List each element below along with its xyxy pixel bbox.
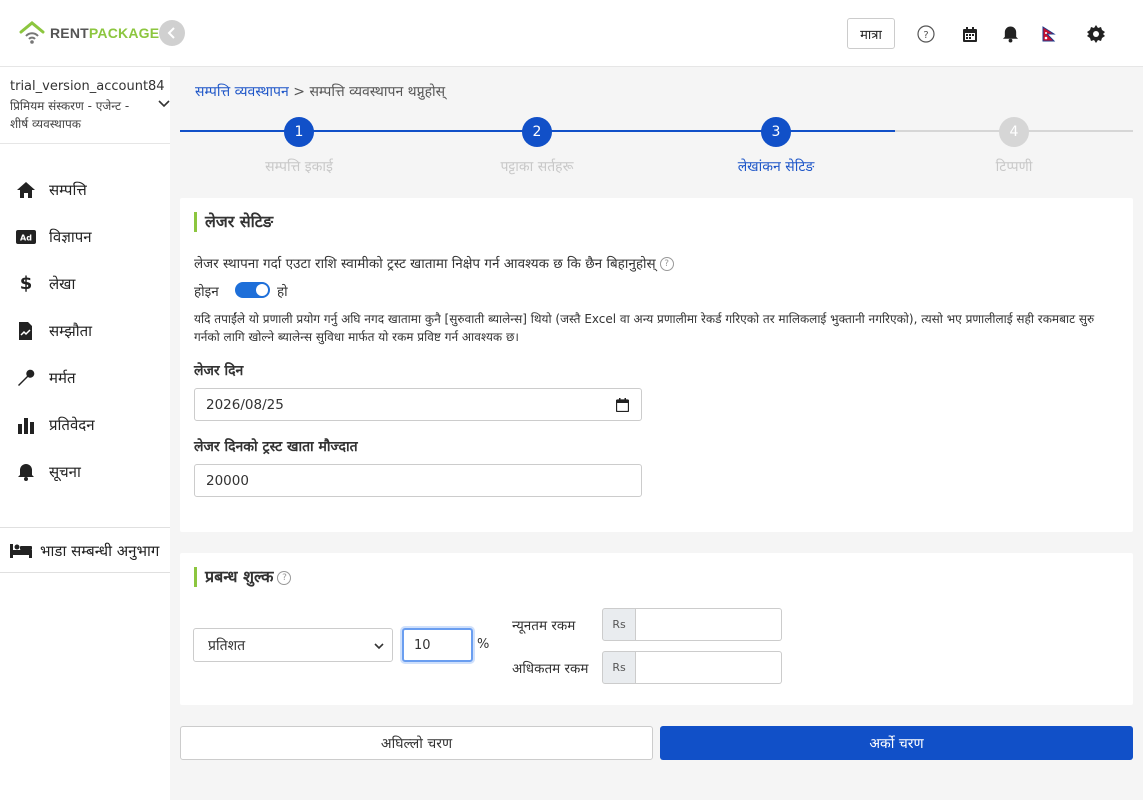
sidebar-item-label: प्रतिवेदन: [49, 415, 95, 434]
step-3-circle[interactable]: 3: [761, 117, 791, 147]
step-4-circle[interactable]: 4: [999, 117, 1029, 147]
ledger-question: लेजर स्थापना गर्दा एउटा राशि स्वामीको ट्…: [194, 256, 656, 272]
ledger-date-value: 2026/08/25: [206, 396, 284, 413]
fee-percent-input[interactable]: 10: [402, 628, 473, 662]
previous-step-button[interactable]: अघिल्लो चरण: [180, 726, 653, 760]
ledger-balance-input[interactable]: 20000: [194, 464, 642, 497]
sidebar-item-accounting[interactable]: $ लेखा: [0, 260, 170, 307]
breadcrumb: सम्पत्ति व्यवस्थापन > सम्पत्ति व्यवस्थाप…: [195, 82, 445, 101]
sidebar-item-label: सम्पत्ति: [49, 180, 87, 199]
toggle-yes-label: हो: [277, 284, 288, 300]
management-fee-card: प्रबन्ध शुल्क? प्रतिशत 10 % न्यूनतम रकम …: [180, 553, 1133, 705]
fee-type-select[interactable]: प्रतिशत: [193, 628, 393, 662]
sidebar-item-rental-section[interactable]: भाडा सम्बन्धी अनुभाग: [0, 527, 170, 573]
step-3-label: लेखांकन सेटिङ: [737, 159, 815, 175]
help-icon[interactable]: ?: [659, 257, 674, 271]
fee-type-value: प्रतिशत: [208, 637, 246, 654]
sidebar-item-reports[interactable]: प्रतिवेदन: [0, 401, 170, 448]
sidebar-item-ads[interactable]: Ad विज्ञापन: [0, 213, 170, 260]
breadcrumb-parent-link[interactable]: सम्पत्ति व्यवस्थापन: [195, 84, 289, 100]
help-icon[interactable]: ?: [916, 24, 936, 44]
rental-section-label: भाडा सम्बन्धी अनुभाग: [40, 542, 160, 560]
ledger-balance-value: 20000: [206, 472, 249, 489]
dollar-icon: $: [19, 273, 33, 294]
breadcrumb-current: सम्पत्ति व्यवस्थापन थप्नुहोस्: [309, 84, 446, 100]
contract-icon: [15, 320, 37, 342]
chevron-left-icon: [167, 27, 175, 39]
min-currency-addon: Rs: [602, 608, 636, 641]
sidebar-nav: सम्पत्ति Ad विज्ञापन $ लेखा सम्झौता मर्म…: [0, 144, 170, 495]
step-2-label: पट्टाका सर्तहरू: [500, 159, 574, 175]
logo-text-rent: RENT: [50, 25, 89, 41]
home-icon: [15, 179, 37, 201]
max-amount-label: अधिकतम रकम: [512, 661, 589, 677]
step-2-circle[interactable]: 2: [522, 117, 552, 147]
account-switcher[interactable]: trial_version_account84 प्रिमियम संस्करण…: [0, 66, 170, 144]
toggle-no-label: होइन: [194, 284, 219, 300]
sidebar-item-notice[interactable]: सूचना: [0, 448, 170, 495]
percent-sign: %: [477, 637, 490, 652]
sidebar-item-label: मर्मत: [49, 368, 76, 387]
sidebar-item-label: सम्झौता: [49, 321, 93, 340]
nepal-flag-icon[interactable]: [1039, 24, 1059, 44]
matra-button[interactable]: मात्रा: [847, 18, 895, 49]
sidebar-item-label: सूचना: [49, 462, 81, 481]
help-icon[interactable]: ?: [277, 570, 292, 585]
breadcrumb-separator: >: [293, 84, 305, 100]
next-step-button[interactable]: अर्को चरण: [660, 726, 1133, 760]
sidebar-item-contract[interactable]: सम्झौता: [0, 307, 170, 354]
sidebar-item-label: विज्ञापन: [49, 227, 92, 246]
svg-text:Ad: Ad: [20, 233, 32, 242]
svg-text:?: ?: [923, 30, 928, 41]
sidebar-collapse-button[interactable]: [159, 20, 185, 46]
calendar-icon[interactable]: [960, 24, 980, 44]
ledger-balance-label: लेजर दिनको ट्रस्ट खाता मौज्दात: [194, 439, 358, 455]
gear-icon[interactable]: [1086, 24, 1106, 44]
management-fee-title: प्रबन्ध शुल्क: [205, 567, 274, 586]
stepper: 1 सम्पत्ति इकाई 2 पट्टाका सर्तहरू 3 लेखा…: [180, 115, 1133, 185]
bell-icon: [15, 461, 37, 483]
account-name: trial_version_account84: [10, 79, 165, 94]
step-1-label: सम्पत्ति इकाई: [265, 159, 333, 175]
wrench-icon: [15, 367, 37, 389]
deposit-required-toggle[interactable]: [235, 282, 270, 298]
ledger-settings-title: लेजर सेटिङ: [194, 212, 273, 232]
sidebar-item-maintenance[interactable]: मर्मत: [0, 354, 170, 401]
bed-icon: [10, 542, 32, 564]
logo-text-package: PACKAGE: [88, 25, 160, 41]
sidebar-item-label: लेखा: [49, 274, 76, 293]
max-amount-input[interactable]: [636, 651, 782, 684]
logo-house-icon: [18, 20, 46, 46]
ledger-date-input[interactable]: 2026/08/25: [194, 388, 642, 421]
sidebar: RENTPACKAGE trial_version_account84 प्रि…: [0, 0, 170, 800]
chevron-down-icon: [374, 639, 384, 655]
bar-chart-icon: [15, 414, 37, 436]
account-plan: प्रिमियम संस्करण - एजेन्ट - शीर्ष व्यवस्…: [10, 99, 130, 131]
step-1-circle[interactable]: 1: [284, 117, 314, 147]
top-bar: मात्रा ?: [170, 0, 1143, 67]
sidebar-item-property[interactable]: सम्पत्ति: [0, 166, 170, 213]
opening-balance-note: यदि तपाईंले यो प्रणाली प्रयोग गर्नु अघि …: [194, 312, 1095, 344]
max-currency-addon: Rs: [602, 651, 636, 684]
logo[interactable]: RENTPACKAGE: [0, 0, 170, 66]
min-amount-input[interactable]: [636, 608, 782, 641]
ledger-settings-card: लेजर सेटिङ लेजर स्थापना गर्दा एउटा राशि …: [180, 198, 1133, 532]
chevron-down-icon[interactable]: [158, 97, 170, 111]
ledger-date-label: लेजर दिन: [194, 363, 244, 379]
min-amount-label: न्यूनतम रकम: [512, 618, 576, 634]
fee-percent-value: 10: [414, 637, 431, 653]
bell-icon[interactable]: [1000, 24, 1020, 44]
step-4-label: टिप्पणी: [995, 159, 1033, 175]
ad-icon: Ad: [15, 226, 37, 248]
calendar-icon[interactable]: [615, 398, 630, 416]
